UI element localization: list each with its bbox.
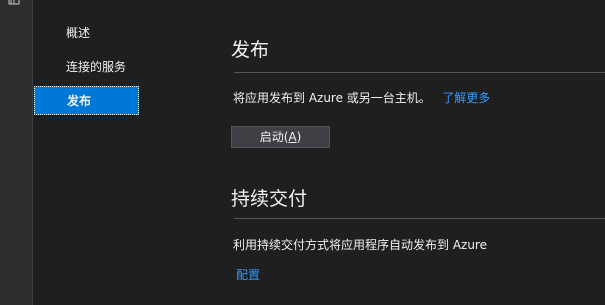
sidebar-item-connected-services[interactable]: 连接的服务 [34, 53, 138, 82]
app-window: 概述 连接的服务 发布 发布 将应用发布到 Azure 或另一台主机。 了解更多… [0, 0, 605, 305]
start-button-label-prefix: 启动( [259, 130, 289, 144]
continuous-delivery-divider [234, 218, 605, 219]
start-button[interactable]: 启动(A) [231, 126, 330, 148]
sidebar-nav: 概述 连接的服务 发布 [33, 0, 223, 305]
sidebar-item-label: 概述 [66, 26, 91, 40]
left-toolbar-strip [0, 0, 33, 305]
toolbar-icon[interactable] [8, 0, 20, 6]
sidebar-item-label: 发布 [67, 94, 92, 108]
configure-link[interactable]: 配置 [236, 266, 260, 283]
publish-divider [234, 72, 605, 73]
start-button-label-suffix: ) [296, 130, 302, 144]
sidebar-item-label: 连接的服务 [66, 60, 127, 74]
publish-description: 将应用发布到 Azure 或另一台主机。 [233, 91, 431, 105]
sidebar-item-publish[interactable]: 发布 [34, 86, 139, 115]
start-button-accelerator: A [288, 130, 297, 144]
publish-description-row: 将应用发布到 Azure 或另一台主机。 了解更多 [233, 89, 490, 106]
sidebar-item-overview[interactable]: 概述 [34, 19, 138, 48]
main-content: 发布 将应用发布到 Azure 或另一台主机。 了解更多 启动(A) 持续交付 … [223, 0, 605, 305]
publish-section-title: 发布 [231, 39, 270, 61]
continuous-delivery-title: 持续交付 [231, 188, 308, 210]
continuous-delivery-description: 利用持续交付方式将应用程序自动发布到 Azure [233, 238, 487, 252]
learn-more-link[interactable]: 了解更多 [442, 91, 490, 105]
